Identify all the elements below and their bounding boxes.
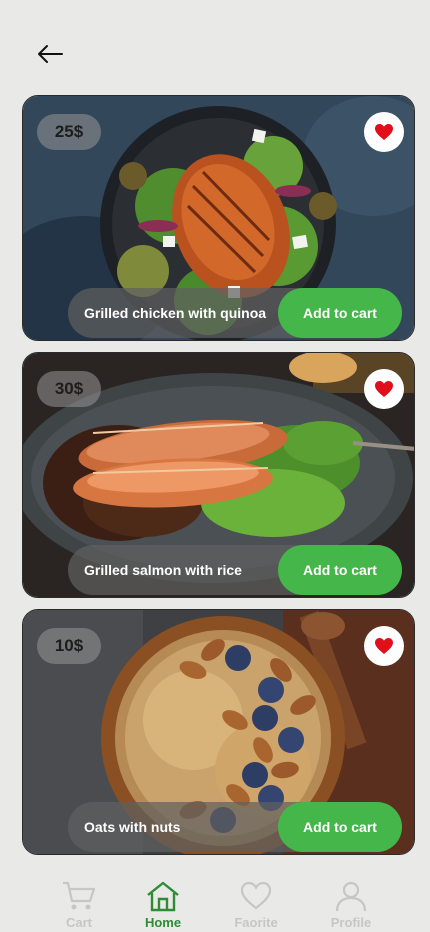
heart-icon — [375, 124, 393, 140]
nav-item-favorite[interactable]: Faorite — [221, 880, 291, 930]
add-to-cart-button[interactable]: Add to cart — [278, 802, 402, 852]
product-card[interactable]: 25$ Grilled chicken with quinoa Add to c… — [22, 95, 415, 341]
back-button[interactable] — [30, 36, 70, 72]
product-action-bar: Oats with nuts Add to cart — [68, 802, 402, 852]
add-to-cart-button[interactable]: Add to cart — [278, 288, 402, 338]
heart-outline-icon — [240, 881, 272, 910]
nav-item-home[interactable]: Home — [128, 880, 198, 930]
nav-label-profile: Profile — [330, 915, 372, 930]
home-icon — [147, 881, 179, 912]
heart-icon — [375, 381, 393, 397]
product-name: Grilled salmon with rice — [84, 562, 242, 578]
product-action-bar: Grilled chicken with quinoa Add to cart — [68, 288, 402, 338]
arrow-left-icon — [38, 45, 63, 63]
price-badge: 10$ — [37, 628, 101, 664]
price-badge: 25$ — [37, 114, 101, 150]
favorite-button[interactable] — [364, 112, 404, 152]
product-name: Oats with nuts — [84, 819, 181, 835]
price-badge: 30$ — [37, 371, 101, 407]
nav-label-home: Home — [144, 915, 182, 930]
profile-icon — [335, 881, 367, 912]
favorite-button[interactable] — [364, 369, 404, 409]
favorite-button[interactable] — [364, 626, 404, 666]
product-card[interactable]: 30$ Grilled salmon with rice Add to cart — [22, 352, 415, 598]
product-action-bar: Grilled salmon with rice Add to cart — [68, 545, 402, 595]
product-name: Grilled chicken with quinoa — [84, 305, 267, 321]
nav-item-cart[interactable]: Cart — [44, 880, 114, 930]
cart-icon — [63, 881, 96, 910]
nav-label-favorite: Faorite — [234, 915, 278, 930]
add-to-cart-button[interactable]: Add to cart — [278, 545, 402, 595]
nav-label-cart: Cart — [65, 915, 92, 930]
bottom-nav: Cart Home Faorite Profile — [0, 872, 430, 932]
menu-screen: 25$ Grilled chicken with quinoa Add to c… — [0, 0, 430, 932]
heart-icon — [375, 638, 393, 654]
nav-item-profile[interactable]: Profile — [316, 880, 386, 930]
product-card[interactable]: 10$ Oats with nuts Add to cart — [22, 609, 415, 855]
